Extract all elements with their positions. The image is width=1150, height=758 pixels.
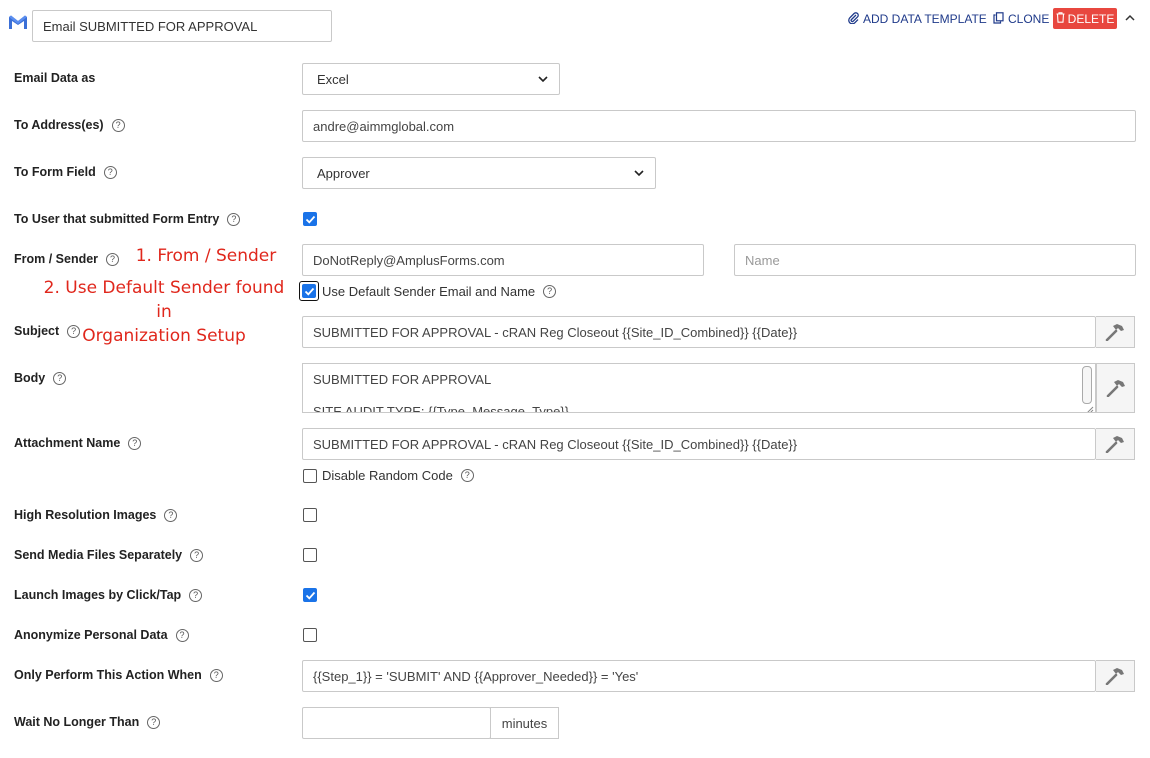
help-icon[interactable]: ? [190, 548, 204, 562]
help-icon[interactable]: ? [67, 324, 81, 338]
body-line: SITE AUDIT TYPE: {{Type_Message_Type}} [313, 404, 570, 413]
help-icon[interactable]: ? [111, 118, 125, 132]
help-icon[interactable]: ? [128, 436, 142, 450]
sender-email-input[interactable]: DoNotReply@AmplusForms.com [302, 244, 704, 276]
help-icon[interactable]: ? [543, 285, 557, 298]
body-builder-button[interactable] [1096, 363, 1135, 413]
add-data-template-button[interactable]: ADD DATA TEMPLATE [848, 11, 987, 27]
sender-name-input[interactable]: Name [734, 244, 1136, 276]
help-icon[interactable]: ? [175, 628, 189, 642]
use-default-sender-checkbox[interactable] [302, 284, 316, 298]
resize-handle-icon[interactable] [1085, 402, 1094, 412]
clone-label: CLONE [1008, 12, 1050, 26]
from-sender-label: From / Sender? [14, 251, 120, 267]
email-data-as-label: Email Data as [14, 71, 96, 85]
launch-images-checkbox[interactable] [303, 588, 317, 602]
body-line: SUBMITTED FOR APPROVAL [313, 372, 492, 387]
use-default-sender-checkbox-wrap[interactable] [299, 281, 319, 301]
attachment-builder-button[interactable] [1096, 428, 1135, 460]
help-icon[interactable]: ? [106, 252, 120, 266]
condition-builder-button[interactable] [1096, 660, 1135, 692]
email-data-as-select[interactable]: Excel [302, 63, 560, 95]
help-icon[interactable]: ? [189, 588, 203, 602]
chevron-up-icon[interactable] [1124, 12, 1136, 24]
subject-label: Subject? [14, 323, 81, 339]
subject-input[interactable]: SUBMITTED FOR APPROVAL - cRAN Reg Closeo… [302, 316, 1096, 348]
help-icon[interactable]: ? [209, 668, 223, 682]
trash-icon [1056, 11, 1065, 26]
high-res-label: High Resolution Images? [14, 507, 178, 523]
wait-value-input[interactable] [302, 707, 491, 739]
help-icon[interactable]: ? [147, 715, 161, 729]
attachment-name-label: Attachment Name? [14, 435, 142, 451]
launch-images-label: Launch Images by Click/Tap? [14, 587, 203, 603]
body-text: SUBMITTED FOR APPROVAL SITE AUDIT TYPE: … [313, 372, 570, 413]
chevron-down-icon [538, 76, 548, 83]
annotation-from-sender: 1. From / Sender [135, 246, 277, 266]
help-icon[interactable]: ? [103, 165, 117, 179]
only-perform-label: Only Perform This Action When? [14, 667, 223, 683]
wait-unit-addon: minutes [490, 707, 559, 739]
add-data-template-label: ADD DATA TEMPLATE [863, 12, 987, 26]
anonymize-label: Anonymize Personal Data? [14, 627, 189, 643]
to-user-submitted-label: To User that submitted Form Entry? [14, 211, 241, 227]
action-name-input[interactable]: Email SUBMITTED FOR APPROVAL [32, 10, 332, 42]
wait-no-longer-label: Wait No Longer Than? [14, 714, 161, 730]
hammer-icon [1105, 324, 1124, 341]
disable-random-code-checkbox[interactable] [303, 469, 317, 483]
subject-builder-button[interactable] [1096, 316, 1135, 348]
body-textarea[interactable]: SUBMITTED FOR APPROVAL SITE AUDIT TYPE: … [302, 363, 1096, 413]
disable-random-code-label: Disable Random Code? [322, 468, 474, 483]
to-addresses-label: To Address(es)? [14, 117, 125, 133]
anonymize-checkbox[interactable] [303, 628, 317, 642]
send-media-label: Send Media Files Separately? [14, 547, 204, 563]
copy-icon [993, 11, 1004, 27]
help-icon[interactable]: ? [164, 508, 178, 522]
only-perform-input[interactable]: {{Step_1}} = 'SUBMIT' AND {{Approver_Nee… [302, 660, 1096, 692]
delete-button[interactable]: DELETE [1053, 8, 1117, 29]
help-icon[interactable]: ? [460, 469, 474, 482]
to-addresses-input[interactable]: andre@aimmglobal.com [302, 110, 1136, 142]
hammer-icon [1105, 436, 1124, 453]
scrollbar[interactable] [1082, 366, 1092, 404]
help-icon[interactable]: ? [53, 371, 67, 385]
hammer-icon [1105, 668, 1124, 685]
high-res-checkbox[interactable] [303, 508, 317, 522]
chevron-down-icon [634, 170, 644, 177]
help-icon[interactable]: ? [227, 212, 241, 226]
paperclip-icon [848, 11, 859, 27]
annotation-line: 2. Use Default Sender found in [43, 278, 285, 322]
clone-button[interactable]: CLONE [993, 11, 1050, 27]
hammer-icon [1106, 380, 1125, 397]
to-user-submitted-checkbox[interactable] [303, 212, 317, 226]
gmail-icon [8, 14, 28, 30]
attachment-name-input[interactable]: SUBMITTED FOR APPROVAL - cRAN Reg Closeo… [302, 428, 1096, 460]
send-media-checkbox[interactable] [303, 548, 317, 562]
use-default-sender-label: Use Default Sender Email and Name? [322, 284, 557, 299]
to-form-field-select[interactable]: Approver [302, 157, 656, 189]
body-label: Body? [14, 370, 67, 386]
delete-label: DELETE [1067, 11, 1115, 26]
to-form-field-label: To Form Field? [14, 164, 117, 180]
